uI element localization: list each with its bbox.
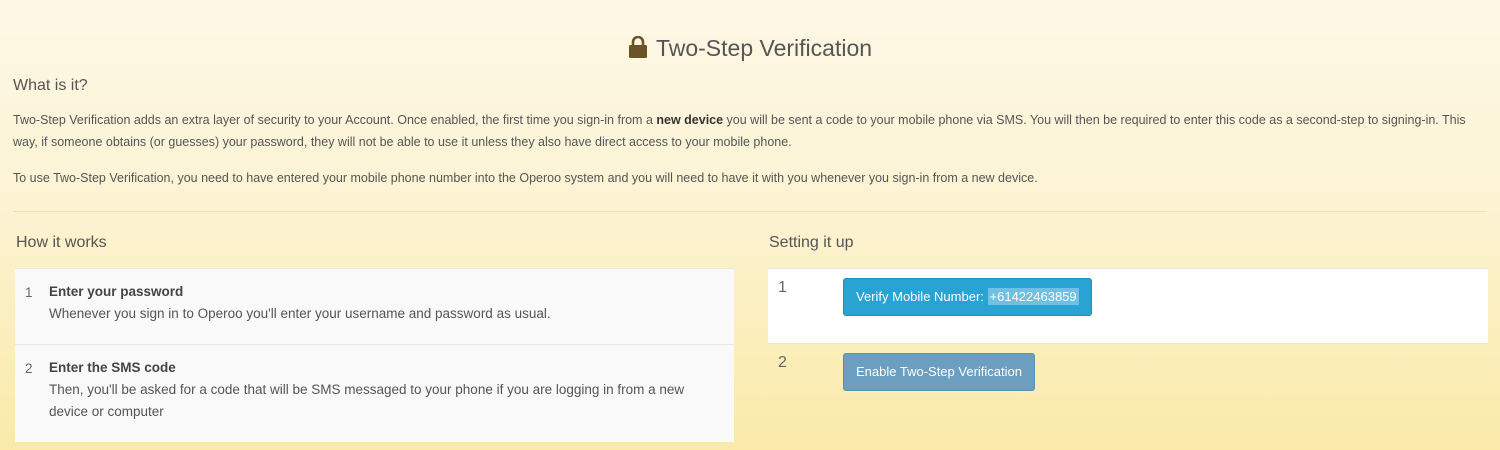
step-number: 1 [778,279,787,296]
verify-mobile-number-button[interactable]: Verify Mobile Number: +61422463859 [843,278,1092,316]
step-description: Then, you'll be asked for a code that wi… [49,382,685,419]
how-it-works-heading: How it works [16,234,107,251]
setting-it-up-heading: Setting it up [769,234,854,251]
step-title: Enter the SMS code [49,360,176,375]
mobile-phone-number: +61422463859 [987,288,1079,305]
list-item: 2 Enter the SMS code Then, you'll be ask… [15,344,734,442]
description-text-start: Two-Step Verification adds an extra laye… [13,113,657,127]
enable-two-step-verification-button[interactable]: Enable Two-Step Verification [843,353,1035,391]
description-paragraph-2: To use Two-Step Verification, you need t… [13,171,1038,185]
what-is-it-heading: What is it? [13,77,88,94]
step-number: 1 [25,285,33,300]
step-title: Enter your password [49,284,184,299]
description-bold-text: new device [656,113,724,127]
section-divider [13,211,1487,212]
how-it-works-list: 1 Enter your password Whenever you sign … [15,268,734,442]
page-title-text: Two-Step Verification [655,35,873,61]
setup-step-verify: 1 Verify Mobile Number: +61422463859 [768,268,1488,343]
description-paragraph-1: Two-Step Verification adds an extra laye… [13,109,1488,153]
page-title: Two-Step Verification [0,33,1500,65]
verify-button-label: Verify Mobile Number: [856,289,984,304]
step-number: 2 [25,361,33,376]
two-step-verification-panel: Two-Step Verification What is it? Two-St… [0,0,1500,450]
setting-it-up-list: 1 Verify Mobile Number: +61422463859 2 E… [768,268,1488,403]
setup-step-enable: 2 Enable Two-Step Verification [768,343,1488,403]
step-description: Whenever you sign in to Operoo you'll en… [49,306,551,321]
lock-icon [628,35,648,65]
list-item: 1 Enter your password Whenever you sign … [15,268,734,344]
step-number: 2 [778,354,787,371]
